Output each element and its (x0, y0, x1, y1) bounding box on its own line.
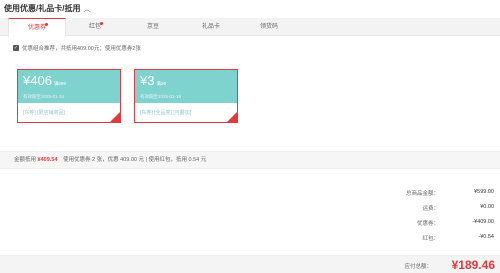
chevron-up-icon[interactable]: ︿ (83, 4, 90, 14)
coupon-value: ¥406 (23, 73, 52, 88)
payable-label: 应付总额： (404, 264, 432, 270)
deduction-amount: ¥409.54 (37, 157, 58, 163)
tab-coupons[interactable]: 优惠券 (8, 18, 66, 37)
summary-value: -¥409.00 (472, 219, 494, 225)
combo-recommendation: ✓ 优惠组合推荐，共抵用409.00元；使用优惠券2张 (13, 44, 141, 52)
summary-label: 优惠券： (416, 221, 439, 227)
summary-label: 红包： (422, 236, 439, 242)
summary-value: ¥0.00 (480, 204, 494, 210)
payable-bar: 应付总额： ¥189.46 (0, 255, 500, 273)
tab-label: 优惠券 (27, 25, 46, 31)
coupon-validity: 有效期至2025-01-18 (140, 94, 182, 99)
combo-checkbox[interactable]: ✓ (13, 45, 19, 51)
summary-row: 运费： ¥0.00 (379, 204, 494, 212)
coupon-condition: 满699 (53, 81, 66, 86)
deduction-label: 金额抵用 (14, 157, 37, 163)
coupon-tags: [东券] [全品类] [可叠加] (140, 110, 192, 116)
coupon-card[interactable]: ¥3 满29 有效期至2025-01-18 [东券] [全品类] [可叠加] (134, 69, 238, 123)
combo-text: 优惠组合推荐，共抵用409.00元；使用优惠券2张 (22, 46, 141, 52)
coupon-value: ¥3 (140, 73, 155, 88)
tab-label: 礼品卡 (201, 24, 220, 30)
red-dot-icon (45, 23, 48, 26)
summary-label: 运费： (422, 206, 439, 212)
coupon-tags: [东券] [限店铺商品] (23, 110, 65, 116)
selected-check-icon (110, 112, 120, 122)
coupon-amount: ¥406 满699 (23, 74, 115, 91)
tab-label: 红包 (88, 24, 101, 30)
coupon-amount: ¥3 满29 (140, 74, 232, 91)
tab-jd-beans[interactable]: 京豆 (124, 18, 182, 36)
coupon-face: ¥3 满29 有效期至2025-01-18 (135, 70, 237, 103)
section-header[interactable]: 使用优惠/礼品卡/抵用 ︿ (4, 3, 90, 14)
coupon-face: ¥406 满699 有效期至2025-01-24 (18, 70, 120, 103)
deduction-bar: 金额抵用 ¥409.54 使用优惠券 2 张，优惠 409.00 元 | 使用红… (0, 151, 500, 169)
summary-value: ¥599.00 (474, 189, 494, 195)
summary-label: 总商品金额： (405, 191, 439, 197)
coupon-validity: 有效期至2025-01-24 (23, 94, 65, 99)
tab-red-packet[interactable]: 红包 (66, 18, 124, 36)
coupon-condition: 满29 (156, 81, 166, 86)
tab-label: 京豆 (146, 24, 159, 30)
summary-value: -¥0.54 (478, 234, 494, 240)
section-title: 使用优惠/礼品卡/抵用 (4, 4, 81, 13)
deduction-detail: 使用优惠券 2 张，优惠 409.00 元 | 使用红包，抵用 0.54 元 (62, 157, 207, 163)
tab-label: 领货码 (259, 24, 278, 30)
tab-gift-card[interactable]: 礼品卡 (182, 18, 240, 36)
coupon-card[interactable]: ¥406 满699 有效期至2025-01-24 [东券] [限店铺商品] (17, 69, 121, 123)
summary-row: 红包： -¥0.54 (379, 234, 494, 242)
tab-redeem-code[interactable]: 领货码 (240, 18, 298, 36)
tab-bar: 优惠券 红包 京豆 礼品卡 领货码 (0, 18, 500, 37)
payable-amount: ¥189.46 (451, 258, 495, 272)
summary-row: 优惠券： -¥409.00 (379, 219, 494, 227)
summary-row: 总商品金额： ¥599.00 (379, 189, 494, 197)
red-dot-icon (100, 22, 103, 25)
selected-check-icon (227, 112, 237, 122)
